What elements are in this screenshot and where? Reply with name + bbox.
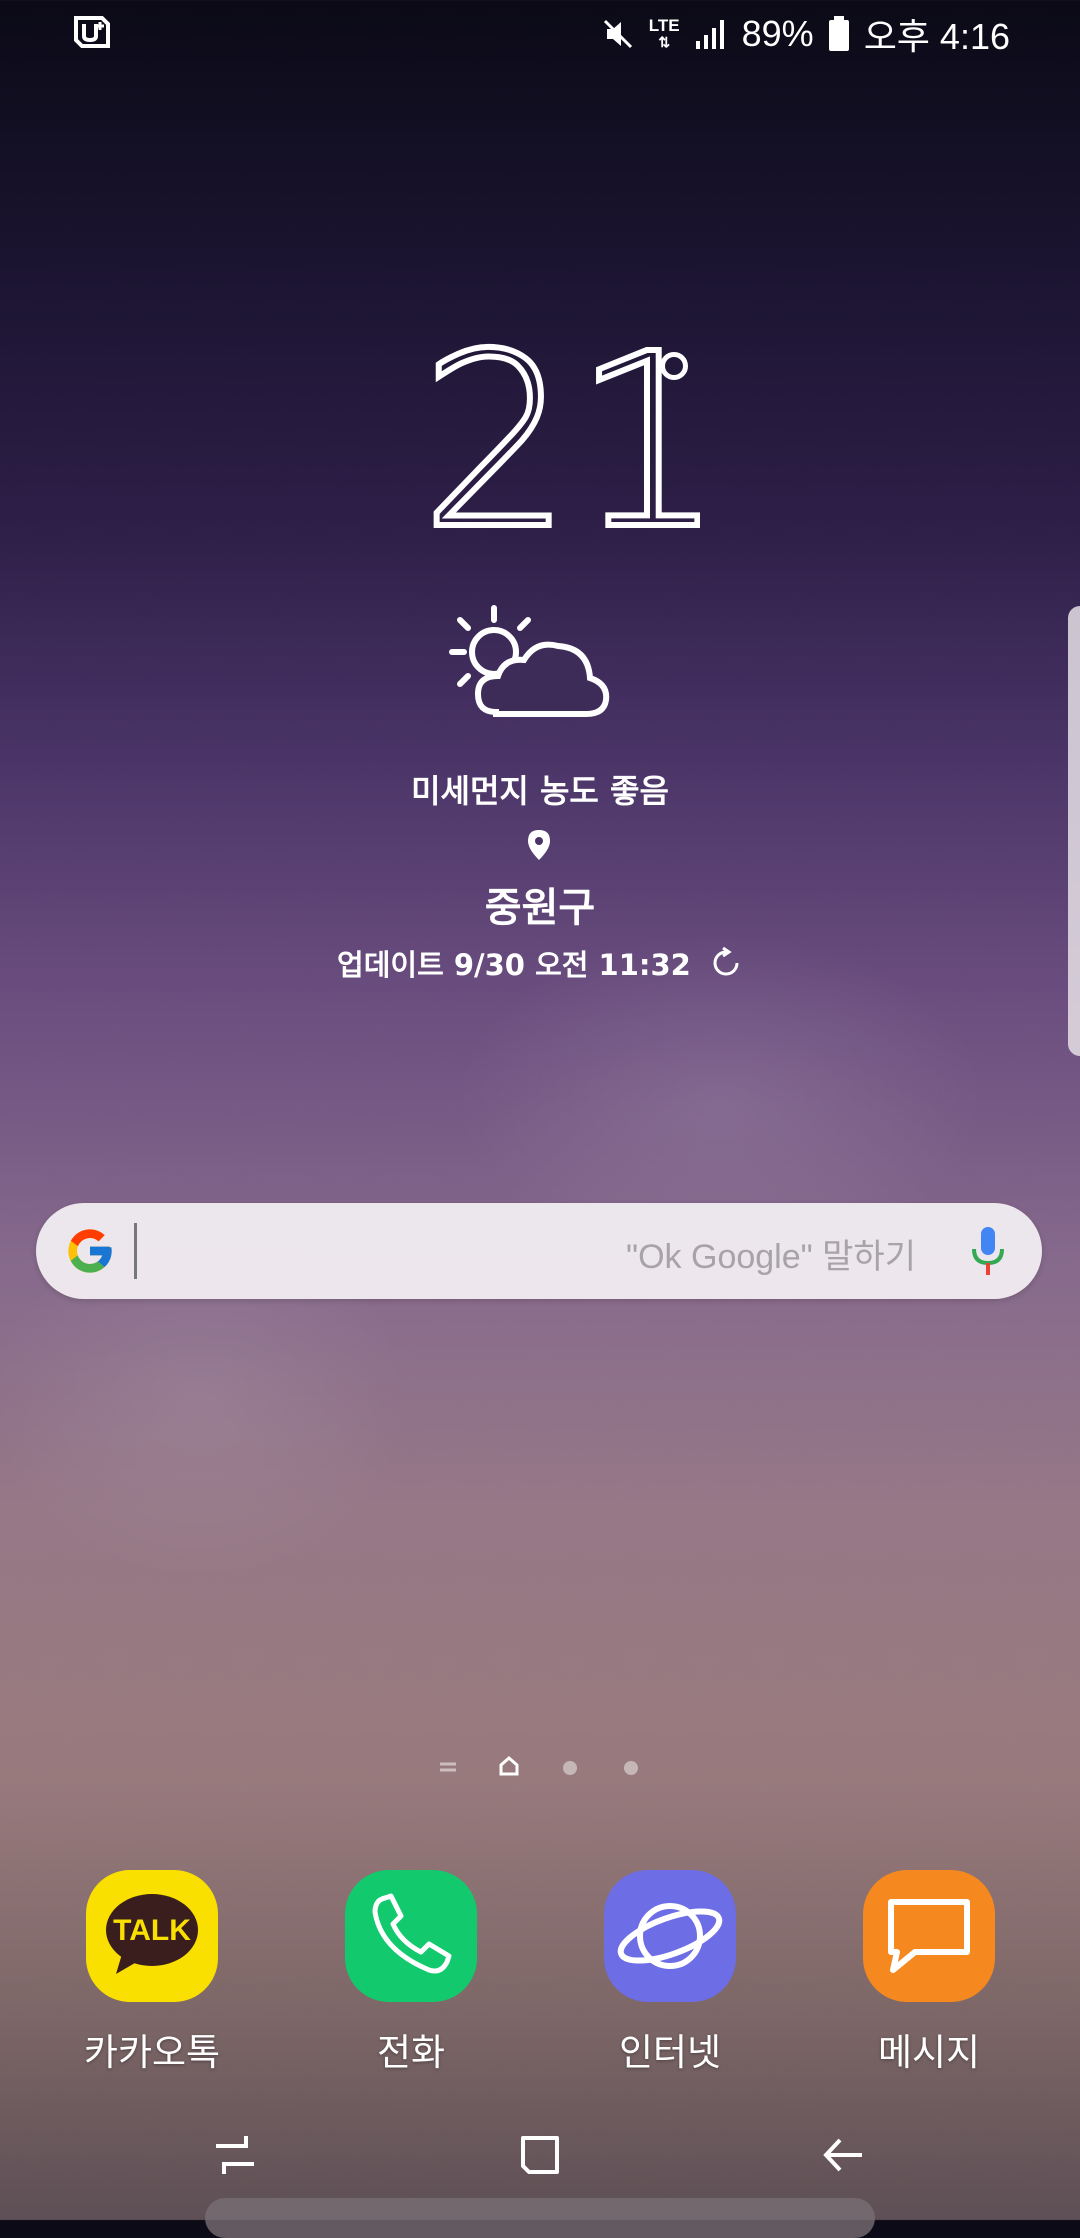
air-quality-text: 미세먼지 농도 좋음 [411, 772, 669, 810]
google-logo-icon [68, 1229, 112, 1273]
mute-icon [603, 19, 632, 49]
battery-percent: 89% [741, 13, 814, 54]
edge-panel-handle[interactable] [1068, 606, 1080, 1056]
battery-icon [828, 16, 849, 51]
internet-icon [604, 1870, 736, 2002]
location-name: 중원구 [484, 885, 596, 931]
svg-text:21: 21 [420, 340, 700, 540]
degree-symbol [660, 352, 688, 380]
page-dot[interactable] [624, 1761, 638, 1775]
partly-cloudy-icon [449, 605, 610, 717]
clock: 오후 4:16 [863, 16, 1010, 57]
mic-icon[interactable] [970, 1225, 1006, 1277]
app-label: 카카오톡 [83, 2031, 221, 2074]
bottom-gesture-handle[interactable] [205, 2198, 875, 2238]
page-dot[interactable] [563, 1761, 577, 1775]
app-label: 전화 [376, 2031, 446, 2074]
svg-text:TALK: TALK [113, 1914, 191, 1947]
app-kakaotalk[interactable]: TALK 카카오톡 [52, 1870, 252, 2076]
page-indicator [0, 1753, 1080, 1783]
text-cursor [134, 1223, 137, 1279]
back-button[interactable] [818, 2130, 868, 2180]
flashboard-page-icon[interactable] [438, 1759, 458, 1775]
phone-icon [345, 1870, 477, 2002]
temperature: 21 [420, 340, 700, 540]
kakaotalk-icon: TALK [86, 1870, 218, 2002]
update-time: 업데이트 9/30 오전 11:32 [0, 942, 1080, 984]
carrier-logo-icon [74, 16, 110, 48]
app-messages[interactable]: 메시지 [829, 1870, 1029, 2076]
app-label: 인터넷 [618, 2031, 722, 2074]
app-phone[interactable]: 전화 [311, 1870, 511, 2076]
location-pin-icon [528, 830, 550, 860]
home-button[interactable] [515, 2130, 565, 2180]
status-bar: LTE ⇅ 89% 오후 4:16 [0, 0, 1080, 66]
refresh-icon[interactable] [709, 946, 743, 980]
app-label: 메시지 [877, 2031, 981, 2074]
signal-icon [695, 20, 724, 49]
lte-indicator: LTE ⇅ [648, 16, 680, 50]
app-internet[interactable]: 인터넷 [570, 1870, 770, 2076]
navigation-bar [0, 2110, 1080, 2200]
home-page-icon[interactable] [498, 1755, 520, 1777]
recents-button[interactable] [210, 2130, 260, 2180]
message-icon [863, 1870, 995, 2002]
google-search-bar[interactable]: "Ok Google" 말하기 [36, 1203, 1042, 1299]
search-placeholder[interactable]: "Ok Google" 말하기 [626, 1229, 916, 1278]
